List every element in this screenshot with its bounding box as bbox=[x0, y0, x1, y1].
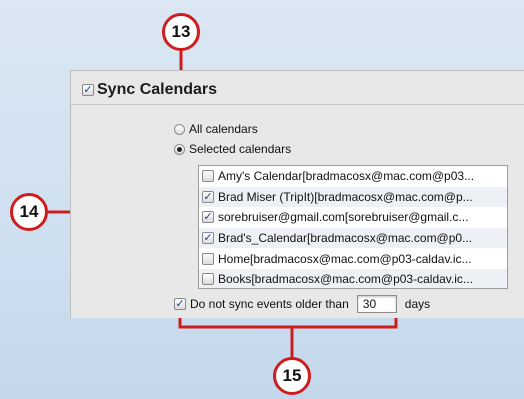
calendar-label: sorebruiser@gmail.com[sorebruiser@gmail.… bbox=[218, 210, 469, 225]
radio-selected-calendars[interactable]: Selected calendars bbox=[174, 142, 291, 156]
checkmark-icon: ✓ bbox=[83, 84, 93, 96]
radio-button[interactable] bbox=[174, 123, 185, 135]
list-item[interactable]: Books[bradmacosx@mac.com@p03-caldav.ic..… bbox=[199, 268, 507, 288]
calendar-label: Books[bradmacosx@mac.com@p03-caldav.ic..… bbox=[218, 272, 473, 287]
callout-15: 15 bbox=[273, 357, 311, 395]
callout-13: 13 bbox=[162, 13, 200, 51]
radio-all-calendars[interactable]: All calendars bbox=[174, 122, 258, 136]
calendar-label: Brad's_Calendar[bradmacosx@mac.com@p0... bbox=[218, 231, 473, 246]
calendar-checkbox[interactable] bbox=[202, 170, 214, 183]
sync-calendars-checkbox[interactable]: ✓ bbox=[82, 84, 94, 96]
header-divider bbox=[71, 104, 524, 105]
checkmark-icon: ✓ bbox=[203, 232, 213, 245]
older-events-row: ✓ Do not sync events older than days bbox=[174, 293, 430, 315]
checkmark-icon: ✓ bbox=[203, 211, 213, 224]
radio-label: All calendars bbox=[189, 122, 258, 136]
sync-calendars-title: Sync Calendars bbox=[97, 81, 218, 98]
calendar-label: Amy's Calendar[bradmacosx@mac.com@p03... bbox=[218, 169, 475, 184]
radio-dot-icon[interactable] bbox=[174, 143, 185, 155]
calendar-label: Home[bradmacosx@mac.com@p03-caldav.ic... bbox=[218, 251, 472, 266]
radio-label: Selected calendars bbox=[189, 142, 292, 156]
calendar-label: Brad Miser (TripIt)[bradmacosx@mac.com@p… bbox=[218, 189, 473, 204]
callout-14: 14 bbox=[10, 193, 48, 231]
calendar-checkbox[interactable]: ✓ bbox=[202, 190, 214, 203]
list-item[interactable]: ✓ Brad Miser (TripIt)[bradmacosx@mac.com… bbox=[199, 186, 507, 208]
checkmark-icon: ✓ bbox=[203, 190, 213, 203]
calendar-checkbox[interactable]: ✓ bbox=[202, 211, 214, 224]
sync-calendars-header: ✓ Sync Calendars bbox=[82, 79, 217, 101]
calendar-checkbox[interactable] bbox=[202, 273, 214, 286]
list-item[interactable]: ✓ sorebruiser@gmail.com[sorebruiser@gmai… bbox=[199, 207, 507, 228]
list-item[interactable]: Amy's Calendar[bradmacosx@mac.com@p03... bbox=[199, 166, 507, 187]
checkmark-icon: ✓ bbox=[175, 298, 185, 310]
list-item[interactable]: ✓ Brad's_Calendar[bradmacosx@mac.com@p0.… bbox=[199, 227, 507, 249]
calendar-checkbox[interactable]: ✓ bbox=[202, 232, 214, 245]
days-label: days bbox=[404, 297, 431, 311]
older-events-label: Do not sync events older than bbox=[190, 297, 349, 311]
list-item[interactable]: Home[bradmacosx@mac.com@p03-caldav.ic... bbox=[199, 248, 507, 269]
calendar-checkbox[interactable] bbox=[202, 252, 214, 265]
sync-calendars-panel: ✓ Sync Calendars All calendars Selected … bbox=[70, 70, 524, 318]
older-events-checkbox[interactable]: ✓ bbox=[174, 298, 186, 310]
calendar-list[interactable]: Amy's Calendar[bradmacosx@mac.com@p03...… bbox=[198, 165, 508, 289]
days-input[interactable] bbox=[356, 295, 397, 313]
